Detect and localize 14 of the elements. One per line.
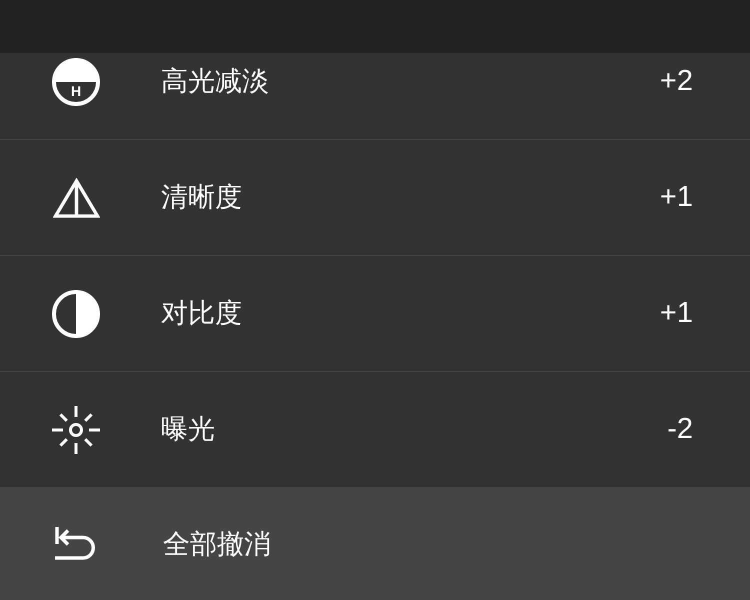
undo-icon [55,527,95,561]
triangle-icon [52,178,100,218]
undo-all-button[interactable]: 全部撤消 [0,488,750,600]
contrast-icon [52,290,100,338]
adjustment-value: +2 [660,67,693,96]
adjustment-label[interactable]: 高光减淡 [161,68,269,95]
adjustment-value: +1 [660,299,693,328]
adjustment-label[interactable]: 清晰度 [161,184,242,211]
adjustment-label[interactable]: 曝光 [161,416,215,443]
adjustment-label[interactable]: 对比度 [161,300,242,327]
adjustment-value: -2 [667,415,693,444]
adjustment-value: +1 [660,183,693,212]
highlights-icon: H [52,58,100,106]
sun-icon [52,406,100,454]
